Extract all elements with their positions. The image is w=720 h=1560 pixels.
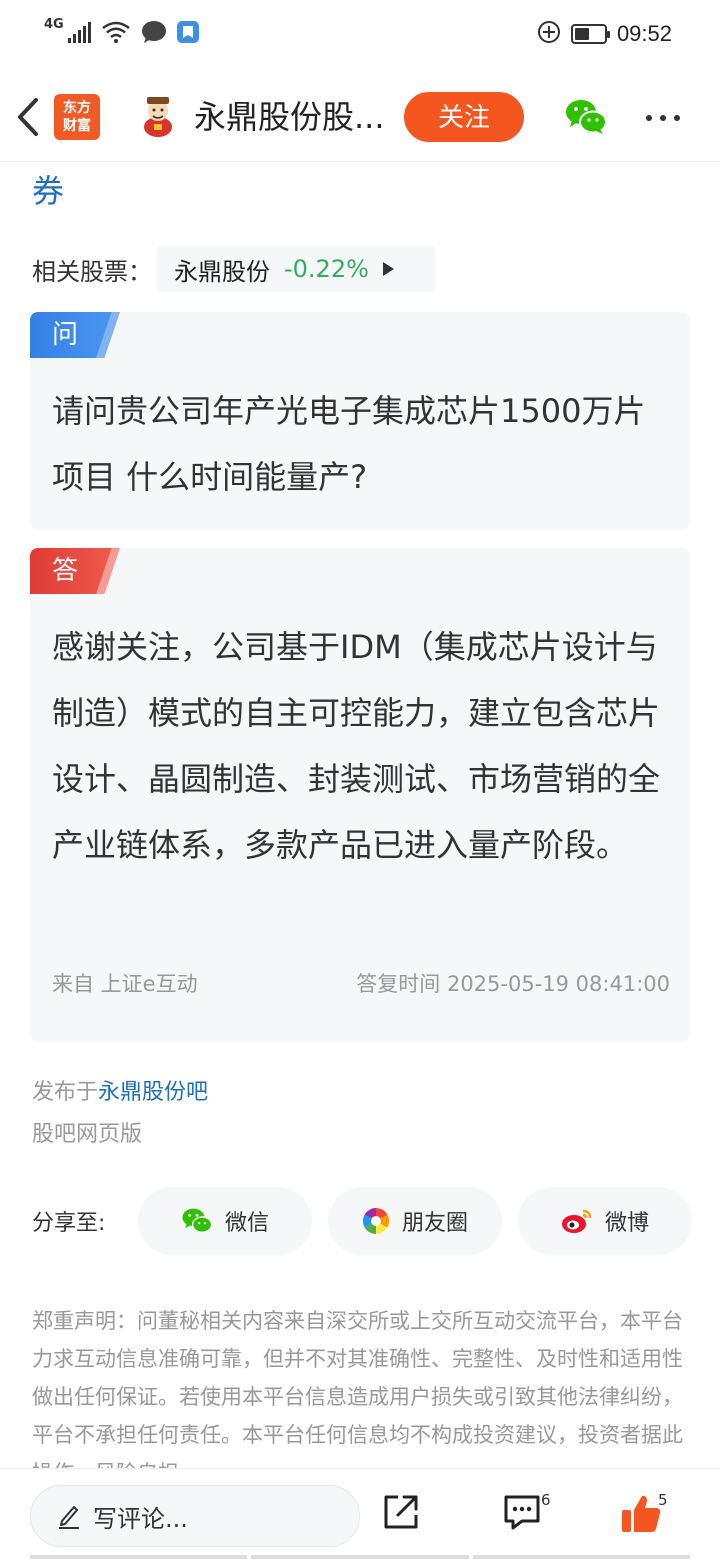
status-right: 09:52 — [537, 20, 672, 48]
answer-source: 来自 上证e互动 — [52, 972, 198, 996]
answer-meta: 来自 上证e互动 答复时间 2025-05-19 08:41:00 — [52, 968, 670, 998]
comment-count: 6 — [541, 1491, 551, 1509]
stock-name: 永鼎股份 — [174, 257, 270, 286]
network-type: 4G — [44, 16, 64, 32]
pencil-icon — [59, 1506, 79, 1529]
data-saver-icon — [537, 20, 561, 48]
answer-text: 感谢关注，公司基于IDM（集成芯片设计与制造）模式的自主可控能力，建立包含芯片设… — [52, 628, 661, 864]
comment-placeholder: 写评论... — [93, 1504, 188, 1533]
share-weibo-label: 微博 — [604, 1211, 649, 1236]
published-prefix: 发布于 — [32, 1080, 99, 1105]
status-bar: 4G 09:52 — [0, 0, 720, 72]
related-stocks-label: 相关股票： — [32, 257, 152, 286]
share-row: 分享至: 微信 朋友圈 微博 — [32, 1186, 692, 1256]
share-label: 分享至: — [32, 1211, 106, 1236]
answer-reply-time: 答复时间 2025-05-19 08:41:00 — [356, 972, 670, 996]
page-title: 永鼎股份股... — [194, 98, 385, 136]
related-stocks: 相关股票： 永鼎股份 -0.22% — [32, 246, 436, 292]
back-button[interactable] — [14, 96, 44, 138]
clock: 09:52 — [616, 21, 672, 46]
share-out-icon — [384, 1495, 418, 1529]
article-title-tail: 券 — [32, 172, 65, 210]
scroll-indicator — [30, 1555, 690, 1559]
share-wechat-label: 微信 — [224, 1211, 269, 1236]
brand-logo[interactable]: 东方 财富 — [54, 94, 100, 140]
published-in: 发布于永鼎股份吧 — [32, 1074, 208, 1106]
share-moments-label: 朋友圈 — [401, 1211, 468, 1236]
like-count: 5 — [658, 1491, 668, 1509]
thumbs-up-icon — [622, 1495, 661, 1532]
comments-button[interactable] — [502, 1493, 542, 1535]
like-button[interactable] — [620, 1493, 662, 1539]
wifi-icon — [101, 20, 131, 44]
weibo-icon — [561, 1209, 592, 1233]
comment-icon — [504, 1495, 540, 1530]
brand-logo-text: 东方 财富 — [63, 100, 91, 134]
bottom-action-bar: 写评论... 6 5 — [0, 1468, 720, 1560]
top-nav-bar: 东方 财富 永鼎股份股... 关注 — [0, 72, 720, 162]
wechat-share-button[interactable] — [564, 98, 608, 136]
message-bubble-icon — [141, 20, 167, 44]
question-card: 问 请问贵公司年产光电子集成芯片1500万片项目 什么时间能量产? — [30, 312, 690, 530]
share-button[interactable] — [382, 1493, 420, 1535]
question-text: 请问贵公司年产光电子集成芯片1500万片项目 什么时间能量产? — [52, 392, 646, 496]
share-wechat-button[interactable]: 微信 — [138, 1187, 312, 1255]
battery-icon — [570, 24, 610, 44]
app-notification-icon — [176, 21, 199, 43]
comment-input[interactable]: 写评论... — [30, 1485, 360, 1547]
disclaimer-text: 郑重声明：问董秘相关内容来自深交所或上交所互动交流平台，本平台力求互动信息准确可… — [32, 1309, 683, 1468]
mascot-avatar-icon — [138, 94, 178, 138]
share-moments-button[interactable]: 朋友圈 — [328, 1187, 502, 1255]
wechat-icon — [182, 1208, 213, 1233]
wechat-icon — [566, 100, 607, 134]
stock-change: -0.22% — [284, 255, 369, 283]
share-weibo-button[interactable]: 微博 — [518, 1187, 692, 1255]
more-options-button[interactable] — [646, 108, 688, 128]
signal-icon — [67, 21, 91, 43]
follow-button[interactable]: 关注 — [404, 92, 524, 142]
forum-link[interactable]: 永鼎股份吧 — [98, 1080, 208, 1105]
moments-icon — [362, 1207, 390, 1235]
status-left: 4G — [44, 16, 199, 44]
answer-card: 答 感谢关注，公司基于IDM（集成芯片设计与制造）模式的自主可控能力，建立包含芯… — [30, 548, 690, 1042]
web-version-label: 股吧网页版 — [32, 1122, 143, 1147]
chevron-left-icon — [18, 98, 38, 136]
stock-chip[interactable]: 永鼎股份 -0.22% — [156, 246, 436, 292]
play-triangle-icon — [382, 262, 394, 276]
